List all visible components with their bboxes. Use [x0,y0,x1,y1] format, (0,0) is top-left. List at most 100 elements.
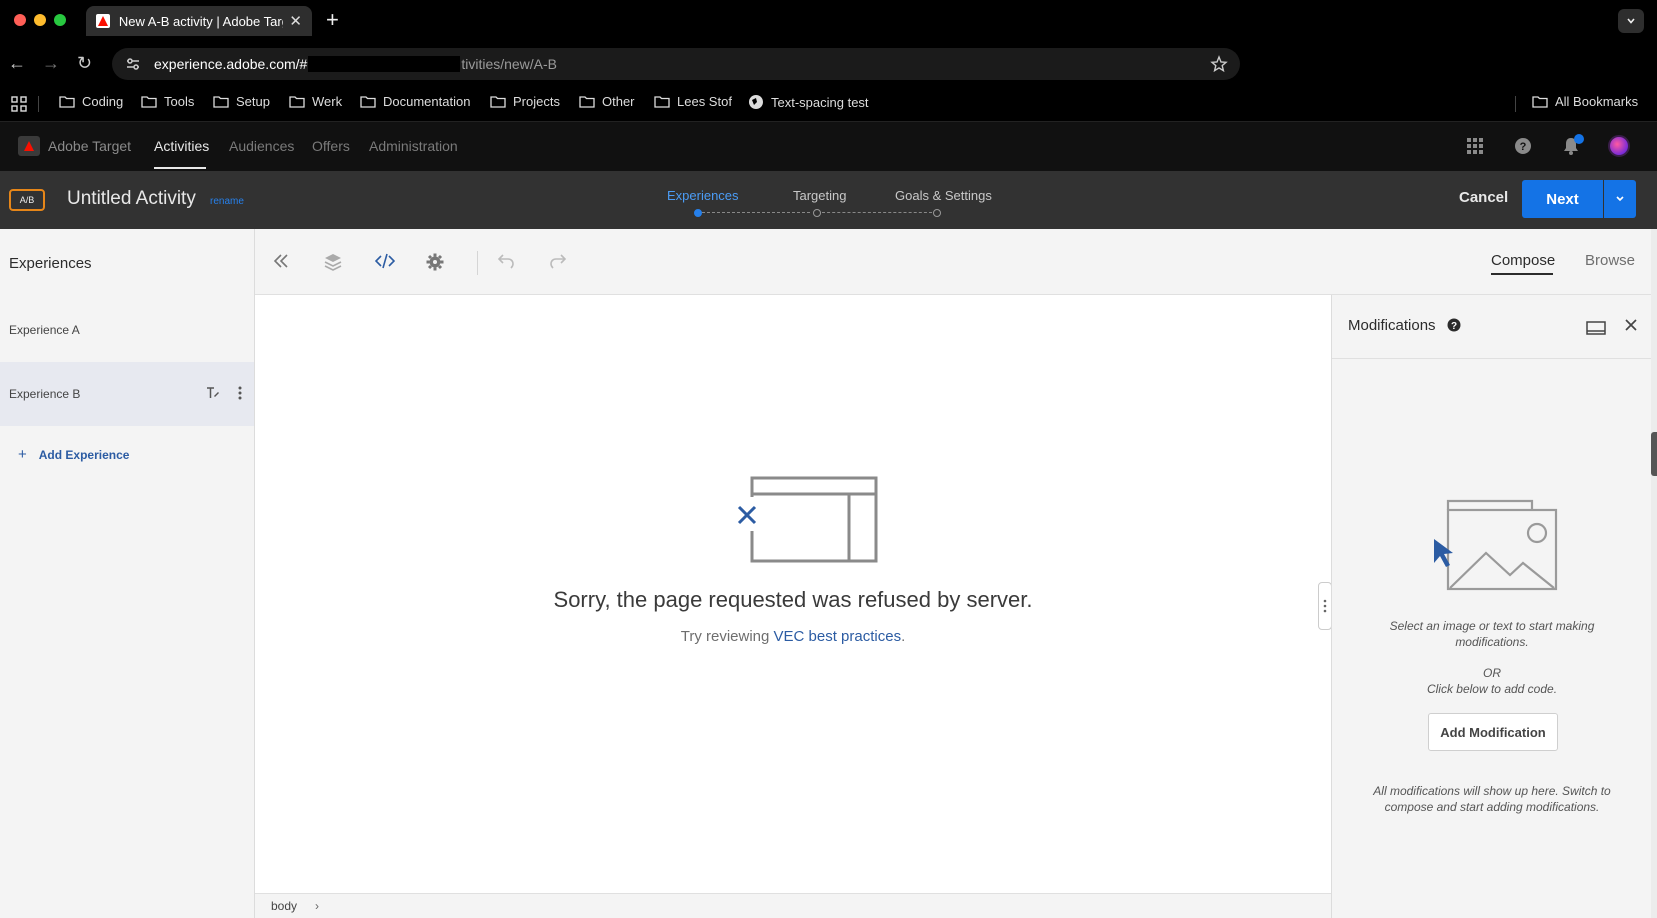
window-edge [1651,229,1657,918]
avatar[interactable] [1608,135,1630,157]
apps-grid-icon[interactable] [11,96,27,112]
panel-resize-handle[interactable] [1318,582,1332,630]
bookmark-tools[interactable]: Tools [141,94,194,109]
experiences-title: Experiences [9,255,92,272]
chevron-down-icon [1627,18,1635,24]
vec-best-practices-link[interactable]: VEC best practices [774,628,902,645]
all-bookmarks-button[interactable]: All Bookmarks [1532,94,1638,109]
adobe-logo-icon[interactable] [18,136,40,156]
bookmark-label: Projects [513,94,560,109]
code-editor-icon[interactable] [375,253,395,269]
redacted-area [1247,48,1643,80]
nav-activities[interactable]: Activities [154,138,209,154]
next-button[interactable]: Next [1522,180,1603,218]
bookmark-star-icon[interactable] [1210,55,1228,73]
nav-offers[interactable]: Offers [312,138,350,154]
back-arrow-icon[interactable]: ← [8,54,26,72]
rename-text-icon[interactable] [206,386,220,400]
bookmark-coding[interactable]: Coding [59,94,123,109]
url-redaction [308,56,461,72]
bookmark-lees-stof[interactable]: Lees Stof [654,94,732,109]
site-settings-icon[interactable] [124,55,142,73]
bookmark-label: Text-spacing test [771,94,869,110]
globe-icon [749,95,763,109]
step-indicator-targeting [813,209,821,217]
add-modification-button[interactable]: Add Modification [1428,713,1558,751]
step-experiences[interactable]: Experiences [667,188,739,203]
modifications-footer-text: All modifications will show up here. Swi… [1373,784,1611,814]
undo-icon[interactable] [497,253,515,269]
svg-text:?: ? [1451,321,1457,332]
url-path: tivities/new/A-B [461,56,558,72]
step-connector [702,212,810,213]
folder-icon [360,96,376,108]
bookmark-label: Lees Stof [677,94,732,109]
collapse-panel-icon[interactable] [272,253,290,269]
tab-search-button[interactable] [1618,9,1644,33]
window-maximize-button[interactable] [54,14,66,26]
browser-tab[interactable]: New A-B activity | Adobe Targ ✕ [86,6,312,36]
bookmark-text-spacing-test[interactable]: Text-spacing test [748,94,869,110]
element-path-bar: body › [255,893,1331,918]
bookmark-other[interactable]: Other [579,94,635,109]
folder-icon [59,96,75,108]
help-icon[interactable]: ? [1447,318,1461,332]
step-connector [822,212,932,213]
app-name[interactable]: Adobe Target [48,138,131,154]
element-path-body[interactable]: body [271,899,297,913]
bookmark-label: Documentation [383,94,471,109]
experience-label: Experience A [9,323,80,337]
folder-icon [213,96,229,108]
add-experience-label: Add Experience [38,447,130,462]
browser-tab-bar: New A-B activity | Adobe Targ ✕ + [0,0,1657,42]
new-tab-button[interactable]: + [326,9,339,31]
tab-compose[interactable]: Compose [1491,252,1555,269]
bookmark-projects[interactable]: Projects [490,94,560,109]
app-switcher-icon[interactable] [1466,137,1484,155]
cancel-button[interactable]: Cancel [1459,189,1508,206]
bookmark-setup[interactable]: Setup [213,94,270,109]
bookmark-documentation[interactable]: Documentation [360,94,470,109]
dock-panel-icon[interactable] [1586,320,1606,336]
select-hint-text: Select an image or text to start making … [1389,619,1595,649]
bookmark-werk[interactable]: Werk [289,94,342,109]
app-header: Adobe Target Activities Audiences Offers… [0,122,1657,171]
next-menu-button[interactable] [1604,180,1636,218]
nav-audiences[interactable]: Audiences [229,138,294,154]
divider [38,96,39,112]
folder-icon [654,96,670,108]
page-preview-canvas: Sorry, the page requested was refused by… [255,295,1331,893]
divider [1515,96,1516,112]
error-subtitle: Try reviewing VEC best practices. [255,628,1331,645]
reload-icon[interactable]: ↻ [77,54,92,72]
nav-active-indicator [154,167,206,169]
layers-icon[interactable] [324,253,342,271]
bookmarks-bar: Coding Tools Setup Werk Documentation Pr… [0,86,1657,122]
add-experience-button[interactable]: + Add Experience [18,446,129,463]
forward-arrow-icon[interactable]: → [42,54,60,72]
window-close-button[interactable] [14,14,26,26]
all-bookmarks-label: All Bookmarks [1555,94,1639,109]
rename-link[interactable]: rename [210,196,244,207]
redo-icon[interactable] [549,253,567,269]
bookmark-label: Coding [82,94,124,109]
close-icon[interactable] [1624,318,1638,332]
nav-administration[interactable]: Administration [369,138,458,154]
step-goals-settings[interactable]: Goals & Settings [895,188,992,203]
step-indicator-goals [933,209,941,217]
url-field[interactable]: experience.adobe.com/# tivities/new/A-B [112,48,1240,80]
experience-a-row[interactable]: Experience A [0,298,254,362]
gear-icon[interactable] [426,253,444,271]
scroll-handle[interactable] [1651,432,1657,476]
tab-browse[interactable]: Browse [1585,252,1635,269]
experience-b-row[interactable]: Experience B [0,362,254,426]
step-targeting[interactable]: Targeting [793,188,846,203]
help-icon[interactable]: ? [1514,137,1532,155]
folder-icon [490,96,506,108]
more-options-icon[interactable] [238,386,242,400]
broken-page-icon [733,476,878,563]
experiences-panel: Experiences Experience A Experience B + … [0,229,255,918]
tab-title: New A-B activity | Adobe Targ [118,13,284,29]
tab-close-icon[interactable]: ✕ [289,14,302,29]
window-minimize-button[interactable] [34,14,46,26]
